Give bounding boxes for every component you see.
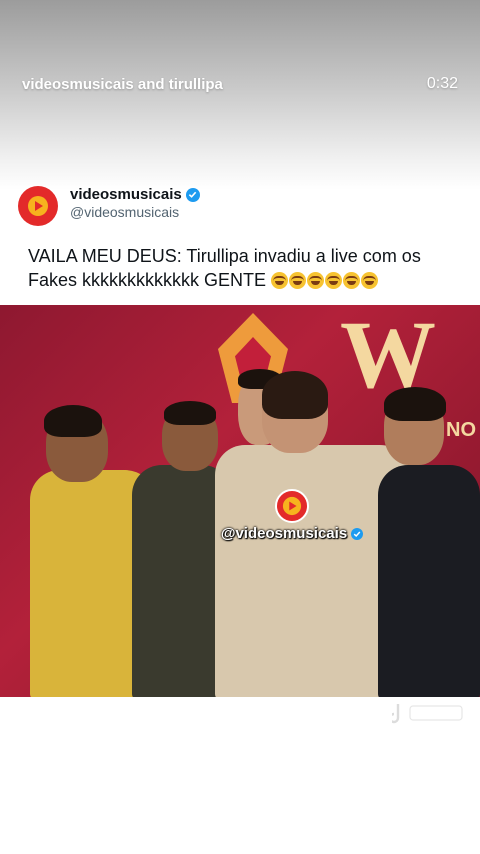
play-logo-icon	[28, 196, 48, 216]
tweet-avatar[interactable]	[18, 186, 58, 226]
laughing-emoji-icon	[307, 272, 325, 289]
laughing-emoji-icon	[361, 272, 379, 289]
show-logo-sub: NO	[446, 419, 476, 441]
watermark-text: @videosmusicais	[220, 525, 364, 542]
tweet-display-name[interactable]: videosmusicais	[70, 186, 200, 203]
watermark-verified-icon	[351, 527, 364, 540]
video-watermark: @videosmusicais	[216, 489, 368, 542]
story-time: 0:32	[426, 75, 458, 92]
verified-badge-icon	[185, 187, 200, 202]
watermark-logo-icon	[275, 489, 309, 523]
tweet-handle[interactable]: @videosmusicais	[70, 204, 179, 220]
tweet-text: VAILA MEU DEUS: Tirullipa invadiu a live…	[28, 244, 458, 292]
story-top-overlay	[0, 0, 480, 190]
laughing-emoji-icon	[289, 272, 307, 289]
story-title[interactable]: videosmusicais and tirullipa	[22, 76, 223, 93]
tiktok-watermark-icon	[388, 700, 466, 731]
laughing-emoji-row	[271, 272, 379, 289]
tweet-display-name-text: videosmusicais	[70, 186, 182, 203]
watermark-handle: @videosmusicais	[220, 525, 348, 542]
laughing-emoji-icon	[343, 272, 361, 289]
laughing-emoji-icon	[325, 272, 343, 289]
laughing-emoji-icon	[271, 272, 289, 289]
